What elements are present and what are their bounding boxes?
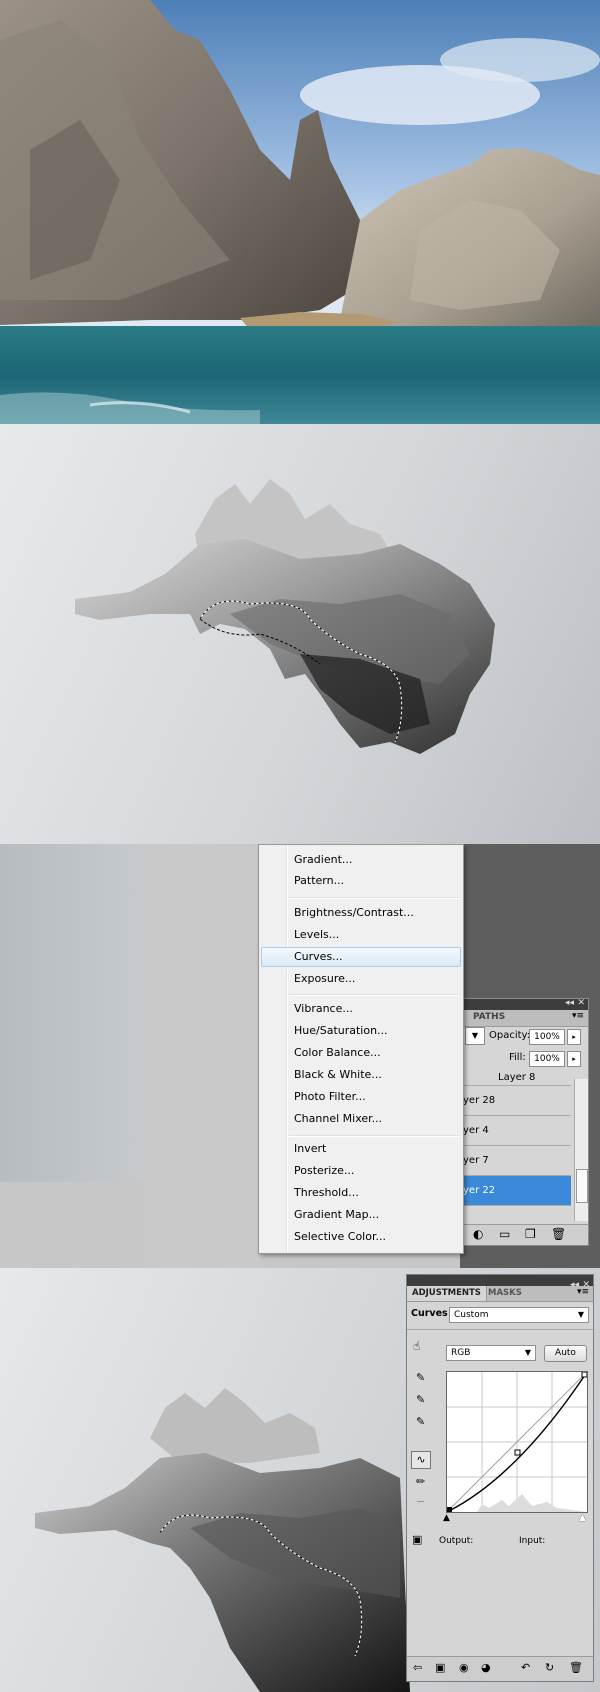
divider — [407, 1329, 593, 1330]
opacity-slider-arrow[interactable]: ▸ — [567, 1029, 581, 1045]
panel-tabs: ADJUSTMENTS MASKS ▾≡ — [407, 1286, 593, 1302]
preset-dropdown[interactable]: Custom ▼ — [449, 1307, 589, 1323]
channel-dropdown[interactable]: RGB ▼ — [446, 1345, 536, 1361]
blend-mode-dropdown-arrow[interactable]: ▼ — [465, 1027, 485, 1045]
opacity-row: ▼ Opacity: 100% ▸ — [463, 1027, 588, 1047]
menu-item-selective-color[interactable]: Selective Color... — [261, 1227, 461, 1247]
canvas-edge — [0, 844, 144, 1182]
layer-name: yer 7 — [463, 1155, 489, 1166]
adjustment-layer-icon[interactable]: ◐ — [473, 1227, 483, 1241]
panel-tabs: PATHS ▾≡ — [463, 1010, 588, 1027]
chevron-down-icon: ▼ — [577, 1310, 584, 1319]
trash-icon[interactable]: 🗑 — [569, 1661, 583, 1674]
menu-item-photo-filter[interactable]: Photo Filter... — [261, 1087, 461, 1107]
panel-menu-icon[interactable]: ▾≡ — [572, 1011, 584, 1021]
input-label: Input: — [519, 1536, 546, 1546]
menu-item-gradient[interactable]: Gradient... — [261, 850, 461, 870]
menu-item-curves[interactable]: Curves... — [261, 947, 461, 967]
photoshop-workspace: ◂◂ ✕ PATHS ▾≡ ▼ Opacity: 100% ▸ Fill: 10… — [0, 844, 600, 1268]
curves-graph[interactable] — [446, 1371, 588, 1513]
panel-menu-icon[interactable]: ▾≡ — [577, 1287, 589, 1297]
fill-slider-arrow[interactable]: ▸ — [567, 1051, 581, 1067]
layer-row[interactable]: yer 28 — [463, 1086, 571, 1116]
tab-paths[interactable]: PATHS — [473, 1012, 505, 1022]
white-point-eyedropper-icon[interactable]: ✎ — [416, 1415, 425, 1428]
preset-value: Custom — [454, 1310, 489, 1320]
menu-separator — [289, 1135, 460, 1137]
close-icon[interactable]: ✕ — [577, 998, 585, 1008]
menu-item-exposure[interactable]: Exposure... — [261, 969, 461, 989]
opacity-field[interactable]: 100% — [529, 1029, 565, 1045]
menu-item-gradient-map[interactable]: Gradient Map... — [261, 1205, 461, 1225]
rock-cliffs-image — [0, 0, 600, 424]
reset-icon[interactable]: ↻ — [545, 1661, 554, 1674]
hand-tool-icon[interactable]: ☝ — [413, 1339, 420, 1353]
gray-point-eyedropper-icon[interactable]: ✎ — [416, 1393, 425, 1406]
auto-button[interactable]: Auto — [544, 1345, 587, 1362]
layer-name: Layer 8 — [498, 1072, 536, 1083]
layer-row[interactable]: Layer 8 — [463, 1071, 571, 1086]
menu-item-black-white[interactable]: Black & White... — [261, 1065, 461, 1085]
menu-item-pattern[interactable]: Pattern... — [261, 871, 461, 891]
new-layer-icon[interactable]: ❐ — [525, 1227, 536, 1241]
menu-item-invert[interactable]: Invert — [261, 1139, 461, 1159]
fill-row: Fill: 100% ▸ — [463, 1049, 588, 1069]
menu-separator — [289, 897, 460, 899]
pencil-tool-icon[interactable]: ✏ — [416, 1475, 425, 1488]
adjustment-type-label: Curves — [411, 1308, 448, 1319]
adjustment-layer-menu: Gradient... Pattern... Brightness/Contra… — [258, 844, 464, 1254]
return-icon[interactable]: ⇦ — [413, 1661, 422, 1674]
clipping-icon[interactable]: ▣ — [412, 1533, 422, 1546]
menu-item-color-balance[interactable]: Color Balance... — [261, 1043, 461, 1063]
adjustments-toolbar: ⇦ ▣ ◉ ◕ ↶ ↻ 🗑 — [407, 1656, 593, 1681]
curves-workspace: ◂◂ ✕ ADJUSTMENTS MASKS ▾≡ Curves Custom … — [0, 1268, 600, 1692]
layer-name: yer 4 — [463, 1125, 489, 1136]
layers-panel: ◂◂ ✕ PATHS ▾≡ ▼ Opacity: 100% ▸ Fill: 10… — [462, 998, 589, 1246]
layer-row-selected[interactable]: yer 22 — [463, 1176, 571, 1206]
opacity-label: Opacity: — [489, 1030, 531, 1041]
channel-value: RGB — [451, 1348, 471, 1358]
layer-row[interactable]: yer 7 — [463, 1146, 571, 1176]
layer-name: yer 22 — [463, 1185, 496, 1196]
menu-item-posterize[interactable]: Posterize... — [261, 1161, 461, 1181]
rock-cutout-image — [75, 479, 495, 754]
workspace-background — [144, 844, 259, 1268]
black-point-eyedropper-icon[interactable]: ✎ — [416, 1371, 425, 1384]
layer-row[interactable]: yer 4 — [463, 1116, 571, 1146]
curve-plot — [446, 1371, 588, 1513]
group-icon[interactable]: ▭ — [499, 1227, 510, 1241]
chevron-down-icon: ▼ — [524, 1348, 531, 1357]
collapse-icon[interactable]: ◂◂ — [565, 998, 574, 1008]
trash-icon[interactable]: 🗑 — [551, 1227, 566, 1241]
menu-item-channel-mixer[interactable]: Channel Mixer... — [261, 1109, 461, 1129]
layers-toolbar: ◐ ▭ ❐ 🗑 — [463, 1224, 588, 1245]
tab-adjustments[interactable]: ADJUSTMENTS — [407, 1286, 487, 1301]
menu-item-hue-saturation[interactable]: Hue/Saturation... — [261, 1021, 461, 1041]
adjustments-panel: ◂◂ ✕ ADJUSTMENTS MASKS ▾≡ Curves Custom … — [406, 1274, 594, 1682]
layer-name: yer 28 — [463, 1095, 496, 1106]
menu-item-vibrance[interactable]: Vibrance... — [261, 999, 461, 1019]
smooth-curve-icon[interactable]: ∽ — [416, 1495, 425, 1508]
output-label: Output: — [439, 1536, 474, 1546]
fill-label: Fill: — [509, 1052, 526, 1063]
landscape-photo — [0, 0, 600, 424]
curve-point-tool-icon[interactable]: ∿ — [411, 1451, 431, 1469]
white-point-slider[interactable]: ▲ — [579, 1513, 586, 1523]
fill-field[interactable]: 100% — [529, 1051, 565, 1067]
menu-separator — [289, 994, 460, 996]
menu-item-levels[interactable]: Levels... — [261, 925, 461, 945]
layers-scrollbar[interactable] — [574, 1079, 588, 1221]
cutout-canvas — [0, 424, 600, 844]
menu-item-threshold[interactable]: Threshold... — [261, 1183, 461, 1203]
black-point-slider[interactable]: ▲ — [443, 1513, 450, 1523]
panel-titlebar: ◂◂ ✕ — [463, 998, 588, 1010]
visibility-eye-icon[interactable]: ◕ — [481, 1661, 491, 1674]
tab-masks[interactable]: MASKS — [483, 1286, 527, 1301]
clip-layer-icon[interactable]: ◉ — [459, 1661, 469, 1674]
previous-state-icon[interactable]: ↶ — [521, 1661, 530, 1674]
expand-view-icon[interactable]: ▣ — [435, 1661, 445, 1674]
panel-titlebar: ◂◂ ✕ — [407, 1275, 593, 1290]
menu-item-brightness-contrast[interactable]: Brightness/Contrast... — [261, 903, 461, 923]
